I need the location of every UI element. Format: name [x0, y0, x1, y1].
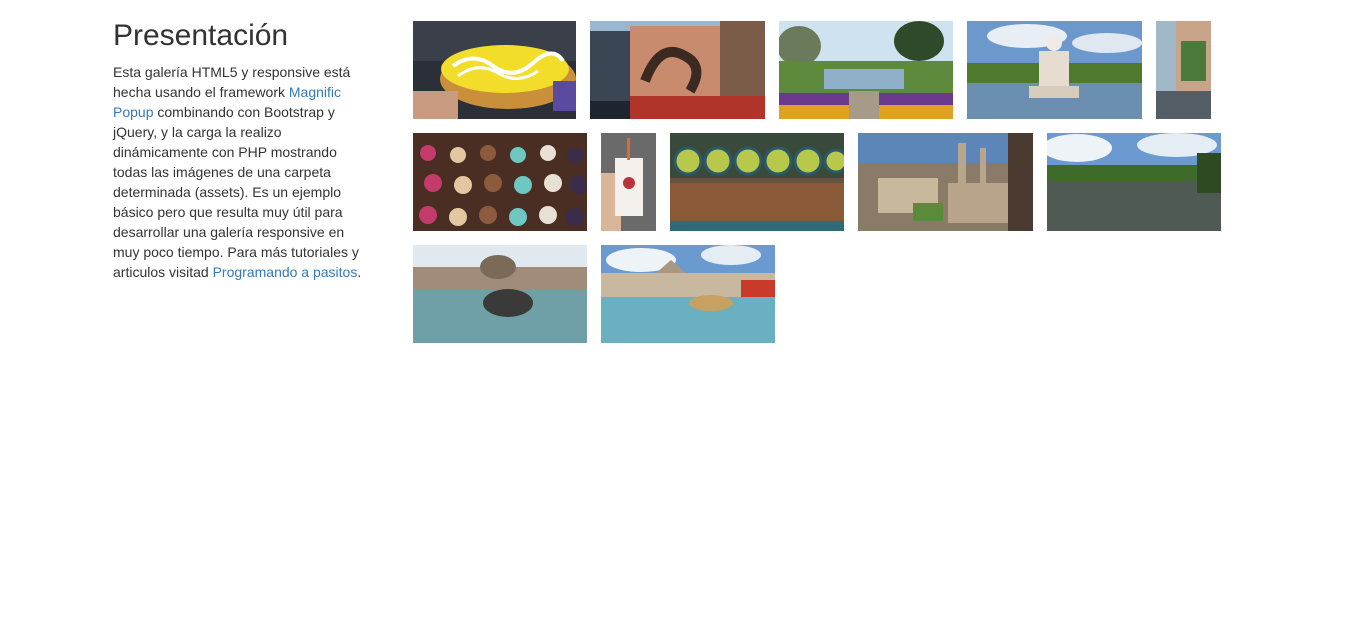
gallery-thumb-street-building[interactable]: [1156, 21, 1211, 119]
intro-paragraph: Esta galería HTML5 y responsive está hec…: [113, 62, 371, 282]
gallery-thumb-queen-victoria-statue[interactable]: [967, 21, 1142, 119]
page-title: Presentación: [113, 19, 289, 52]
gallery-thumb-camden-street[interactable]: [590, 21, 765, 119]
gallery-thumb-milkshake-cup[interactable]: [601, 133, 656, 231]
intro-text-3: .: [357, 264, 362, 280]
gallery-thumb-eclair[interactable]: [413, 21, 576, 119]
gallery-thumb-sunken-garden[interactable]: [779, 21, 953, 119]
gallery-thumb-national-gallery[interactable]: [601, 245, 775, 343]
sidebar: Presentación Esta galería HTML5 y respon…: [113, 18, 371, 282]
gallery-thumb-trafalgar-fountain[interactable]: [413, 245, 587, 343]
gallery-thumb-cupcakes[interactable]: [413, 133, 587, 231]
gallery-thumb-market-stall[interactable]: [670, 133, 844, 231]
gallery-thumb-oxford-college[interactable]: [858, 133, 1033, 231]
intro-text-2: combinando con Bootstrap y jQuery, y la …: [113, 104, 359, 280]
gallery-thumb-river[interactable]: [1047, 133, 1221, 231]
programando-a-pasitos-link[interactable]: Programando a pasitos: [213, 264, 358, 280]
